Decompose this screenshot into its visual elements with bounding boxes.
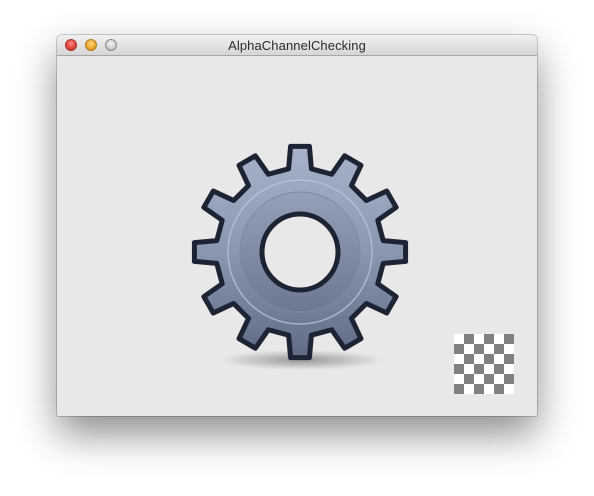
app-window: AlphaChannelChecking [57,35,537,416]
content-area [57,56,537,416]
gear-icon [191,143,409,370]
desktop: AlphaChannelChecking [0,0,594,496]
title-bar[interactable]: AlphaChannelChecking [57,35,537,56]
window-title: AlphaChannelChecking [228,38,366,53]
transparency-checkerboard-icon [454,334,514,394]
